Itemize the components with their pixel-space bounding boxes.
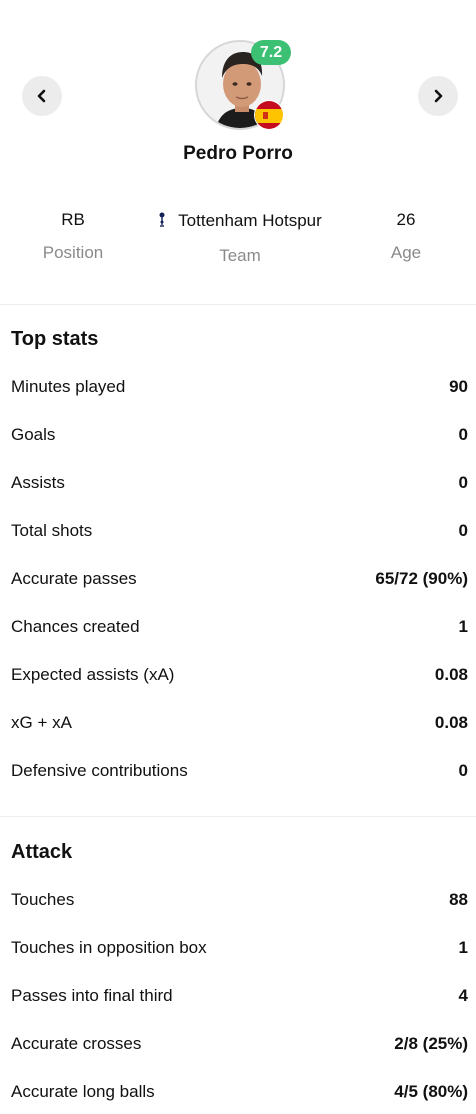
- chevron-right-icon: [434, 89, 443, 103]
- age-info: 26 Age: [356, 200, 456, 263]
- age-label: Age: [390, 243, 422, 262]
- stat-value: 0.08: [434, 665, 468, 684]
- stat-row: Touches in opposition box 1: [0, 924, 476, 972]
- team-label: Team: [219, 246, 261, 265]
- stat-row: Total shots 0: [0, 507, 476, 555]
- section-title-attack: Attack: [11, 840, 73, 863]
- position-info: RB Position: [23, 200, 123, 263]
- spain-flag-icon: [254, 100, 284, 130]
- team-value[interactable]: Tottenham Hotspur: [150, 200, 330, 240]
- team-name: Tottenham Hotspur: [178, 210, 322, 230]
- stat-row: Minutes played 90: [0, 363, 476, 411]
- stat-row: Assists 0: [0, 459, 476, 507]
- top-stats-list: Minutes played 90 Goals 0 Assists 0 Total shot…: [0, 363, 476, 795]
- stat-row: Passes into final third 4: [0, 972, 476, 1020]
- stat-row: Expected assists (xA) 0.08: [0, 651, 476, 699]
- stat-label: Chances created: [11, 617, 140, 636]
- stat-row: Chances created 1: [0, 603, 476, 651]
- section-divider: [0, 816, 476, 817]
- stat-label: Touches: [11, 890, 75, 909]
- attack-list: Touches 88 Touches in opposition box 1 Passe…: [0, 876, 476, 1114]
- rating-value: 7.2: [259, 43, 283, 61]
- player-name: Pedro Porro: [183, 143, 293, 164]
- stat-label: Defensive contributions: [11, 761, 188, 780]
- stat-value: 88: [449, 890, 468, 909]
- chevron-left-icon: [37, 89, 46, 103]
- stat-label: Accurate long balls: [11, 1082, 155, 1101]
- stat-value: 0: [458, 761, 468, 780]
- stat-value: 65/72 (90%): [375, 569, 468, 588]
- next-player-button[interactable]: [418, 76, 458, 116]
- attack-section: Attack Touches 88 Touches in opposition bo…: [0, 828, 476, 1114]
- position-label: Position: [42, 243, 104, 262]
- stat-value: 0: [458, 521, 468, 540]
- stat-label: Total shots: [11, 521, 93, 540]
- stat-label: Accurate passes: [11, 569, 137, 588]
- stat-row: Touches 88: [0, 876, 476, 924]
- stat-value: 4/5 (80%): [394, 1082, 468, 1101]
- tottenham-crest-icon: [159, 212, 165, 227]
- age-value: 26: [396, 210, 416, 229]
- player-header: 7.2 Pedro Porro RB Position Tottenham Ho…: [0, 0, 476, 305]
- stat-row: Defensive contributions 0: [0, 747, 476, 795]
- previous-player-button[interactable]: [22, 76, 62, 116]
- rating-badge: 7.2: [251, 40, 291, 65]
- stat-label: Minutes played: [11, 377, 126, 396]
- stat-value: 1: [458, 617, 468, 636]
- stat-row: Accurate long balls 4/5 (80%): [0, 1068, 476, 1114]
- section-title-top-stats: Top stats: [11, 327, 99, 350]
- position-value: RB: [61, 210, 85, 229]
- stat-value: 0.08: [434, 713, 468, 732]
- team-info[interactable]: Tottenham Hotspur Team: [150, 200, 330, 266]
- stat-row: Accurate passes 65/72 (90%): [0, 555, 476, 603]
- stat-label: Passes into final third: [11, 986, 173, 1005]
- stat-value: 0: [458, 425, 468, 444]
- stat-value: 0: [458, 473, 468, 492]
- top-stats-section: Top stats Minutes played 90 Goals 0 Assists 0…: [0, 315, 476, 795]
- stat-row: Accurate crosses 2/8 (25%): [0, 1020, 476, 1068]
- stat-label: xG + xA: [11, 713, 72, 732]
- stat-label: Accurate crosses: [11, 1034, 142, 1053]
- stat-label: Goals: [11, 425, 56, 444]
- stat-value: 90: [449, 377, 468, 396]
- stat-value: 2/8 (25%): [394, 1034, 468, 1053]
- stat-row: Goals 0: [0, 411, 476, 459]
- stat-value: 1: [458, 938, 468, 957]
- stat-row: xG + xA 0.08: [0, 699, 476, 747]
- stat-label: Touches in opposition box: [11, 938, 207, 957]
- stat-value: 4: [458, 986, 468, 1005]
- stat-label: Expected assists (xA): [11, 665, 175, 684]
- stat-label: Assists: [11, 473, 65, 492]
